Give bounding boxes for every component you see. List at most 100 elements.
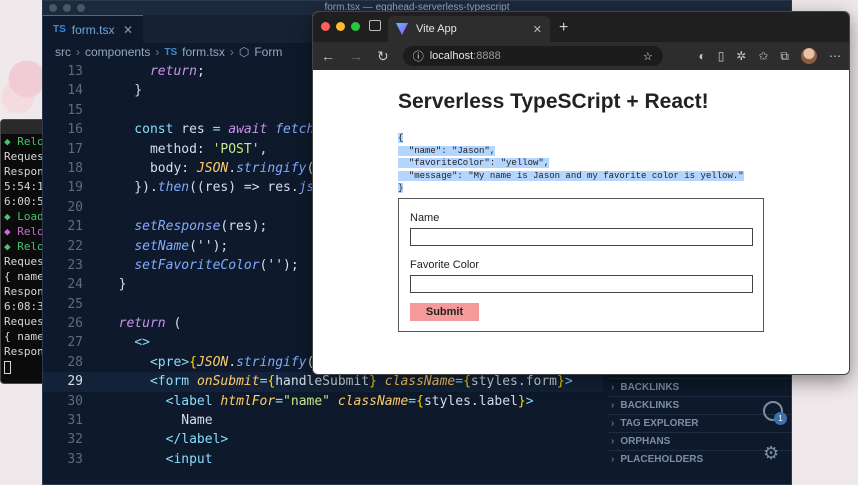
code-text: body: JSON.stringify({ n (103, 160, 338, 176)
code-line[interactable]: 33 <input (43, 450, 603, 469)
code-text: <form onSubmit={handleSubmit} className=… (149, 374, 573, 390)
window-controls[interactable] (321, 22, 360, 31)
puzzle-icon[interactable]: ✲ (736, 49, 746, 63)
code-text: <input (165, 451, 213, 467)
reading-view-icon[interactable]: ▯ (718, 49, 725, 63)
breadcrumb-symbol[interactable]: Form (254, 45, 282, 59)
code-text: const res = await fetch('/ (103, 122, 338, 138)
panel-backlinks[interactable]: › BACKLINKS (609, 378, 791, 396)
close-icon[interactable]: ✕ (533, 23, 542, 36)
line-number: 21 (67, 219, 83, 235)
code-line[interactable]: 32 </label> (43, 430, 603, 449)
favorite-icon[interactable]: ☆ (643, 50, 653, 63)
code-text: </label> (165, 432, 229, 448)
json-line: "message": "My name is Jason and my favo… (398, 170, 744, 181)
chevron-right-icon: › (611, 417, 615, 429)
accounts-icon[interactable]: 1 (763, 401, 787, 425)
breadcrumb-file[interactable]: form.tsx (182, 45, 225, 59)
tab-label: form.tsx (71, 22, 115, 37)
chevron-right-icon: › (611, 453, 615, 465)
submit-button[interactable]: Submit (410, 303, 479, 321)
code-text: setFavoriteColor(''); (134, 257, 299, 273)
close-icon[interactable]: ✕ (123, 23, 133, 37)
favorites-icon[interactable]: ✩ (758, 49, 768, 63)
toolbar-actions: ◐ ▯ ✲ ✩ ⧉ ⋯ (698, 48, 841, 64)
line-number: 13 (67, 64, 83, 79)
code-text: } (103, 83, 143, 99)
code-text: <pre>{JSON.stringify(res (149, 354, 338, 370)
activity-bar-bottom: 1 ⚙ (763, 401, 791, 464)
typescript-icon: TS (53, 24, 66, 35)
chevron-right-icon: › (155, 45, 160, 59)
terminal-cursor (4, 360, 11, 374)
browser-tab-vite-app[interactable]: Vite App ✕ (388, 16, 550, 42)
minimize-window-button[interactable] (336, 22, 345, 31)
breadcrumb-src[interactable]: src (55, 45, 71, 59)
tab-form-tsx[interactable]: TS form.tsx ✕ (43, 15, 143, 43)
code-line[interactable]: 29 <form onSubmit={handleSubmit} classNa… (43, 372, 603, 392)
line-number: 22 (67, 238, 83, 254)
name-field[interactable] (410, 228, 753, 246)
url-port: :8888 (473, 50, 501, 62)
json-line: { (398, 133, 404, 143)
code-text: }).then((res) => res.json( (103, 180, 338, 196)
browser-tab-title: Vite App (416, 23, 457, 35)
gear-icon[interactable]: ⚙ (763, 443, 791, 464)
maximize-window-button[interactable] (351, 22, 360, 31)
reload-icon[interactable]: ↻ (377, 48, 389, 65)
line-number: 14 (67, 83, 83, 99)
line-number: 20 (67, 199, 83, 215)
line-number: 16 (67, 122, 83, 138)
code-text: } (103, 277, 127, 293)
line-number: 31 (67, 413, 83, 429)
line-number: 26 (67, 316, 83, 332)
code-text: setName(''); (134, 238, 229, 254)
back-icon[interactable]: ← (321, 48, 335, 64)
line-number: 25 (67, 296, 83, 312)
browser-tabstrip: Vite App ✕ + (313, 12, 849, 42)
code-text: <> (134, 335, 150, 351)
page-content: Serverless TypeSCript + React! { "name":… (313, 70, 849, 374)
page-title: Serverless TypeSCript + React! (398, 90, 709, 113)
extension-icon[interactable]: ◐ (698, 49, 705, 63)
line-number: 33 (67, 451, 83, 467)
vite-icon (396, 23, 408, 35)
window-controls[interactable] (49, 4, 85, 12)
close-window-button[interactable] (321, 22, 330, 31)
line-number: 24 (67, 277, 83, 293)
code-line[interactable]: 30 <label htmlFor="name" className={styl… (43, 392, 603, 411)
favorite-color-field[interactable] (410, 275, 753, 293)
forward-icon[interactable]: → (349, 48, 363, 64)
tab-actions-icon[interactable] (369, 20, 381, 31)
code-text: <label htmlFor="name" className={styles.… (165, 393, 534, 409)
info-icon[interactable]: ⓘ (413, 48, 424, 64)
name-label: Name (410, 212, 440, 224)
code-text: setResponse(res); (134, 219, 268, 235)
chevron-right-icon: › (229, 45, 234, 59)
favorite-color-label: Favorite Color (410, 259, 480, 271)
form: Name Favorite Color Submit (398, 198, 764, 332)
json-line: "favoriteColor": "yellow", (398, 158, 550, 168)
line-number: 27 (67, 335, 83, 351)
code-line[interactable]: 31 Name (43, 411, 603, 430)
line-number: 30 (67, 393, 83, 409)
browser-window[interactable]: Vite App ✕ + ← → ↻ ⓘ localhost:8888 ☆ ◐ … (312, 11, 850, 375)
breadcrumb-components[interactable]: components (85, 45, 150, 59)
line-number: 28 (67, 354, 83, 370)
avatar[interactable] (801, 48, 817, 64)
new-tab-button[interactable]: + (559, 19, 568, 37)
collections-icon[interactable]: ⧉ (780, 49, 789, 64)
accounts-badge: 1 (774, 412, 787, 425)
line-number: 18 (67, 160, 83, 176)
more-icon[interactable]: ⋯ (829, 49, 841, 63)
panel-label: BACKLINKS (620, 399, 680, 411)
panel-label: TAG EXPLORER (620, 417, 699, 429)
chevron-right-icon: › (611, 399, 615, 411)
address-bar[interactable]: ⓘ localhost:8888 ☆ (402, 46, 663, 66)
chevron-right-icon: › (611, 381, 615, 393)
code-text: return ( (118, 316, 182, 332)
url-host: localhost (429, 50, 474, 62)
typescript-icon: TS (164, 46, 178, 58)
